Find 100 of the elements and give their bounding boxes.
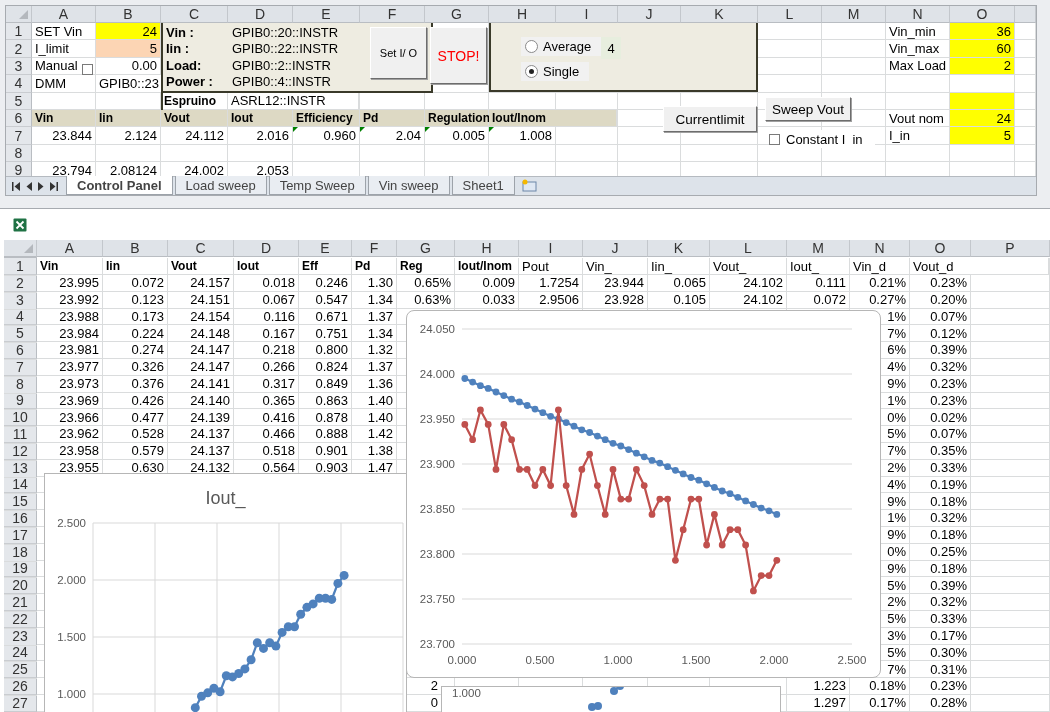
column-header[interactable]: B xyxy=(96,6,161,23)
y-tick-label: 23.750 xyxy=(419,593,455,605)
table-cell: 23.962 xyxy=(37,425,103,443)
radio-option[interactable]: Average xyxy=(521,37,602,56)
table-cell: 0.35% xyxy=(910,442,971,460)
table-cell: Reg xyxy=(397,258,455,275)
row-header[interactable]: 2 xyxy=(6,40,32,58)
instrument-address: GPIB0::2::INSTR xyxy=(232,57,331,73)
table-cell: 2.124 xyxy=(96,127,161,145)
table-cell: 1.37 xyxy=(352,358,397,376)
table-cell: Vout xyxy=(168,258,234,275)
column-header[interactable]: K xyxy=(681,6,758,23)
column-header[interactable]: M xyxy=(787,240,850,257)
column-header[interactable]: G xyxy=(397,240,455,257)
table-cell: 0.005 xyxy=(452,128,485,144)
column-header[interactable]: M xyxy=(822,6,886,23)
column-header[interactable]: O xyxy=(910,240,971,257)
row-header[interactable]: 19 xyxy=(4,560,37,578)
table-cell: 0.20% xyxy=(910,291,971,309)
sheet-tab[interactable]: Load sweep xyxy=(174,176,267,195)
table-cell: 0.07% xyxy=(910,308,971,326)
sweep-vout-button[interactable]: Sweep Vout xyxy=(765,97,851,121)
table-cell: 0.28% xyxy=(910,694,971,712)
table-cell: 0.63% xyxy=(397,291,455,309)
currentlimit-button[interactable]: Currentlimit xyxy=(663,106,757,132)
table-cell: 0.111 xyxy=(787,274,850,292)
table-cell: 24.151 xyxy=(168,291,234,309)
row-header[interactable]: 1 xyxy=(6,23,32,41)
sheet-tab[interactable]: Sheet1 xyxy=(451,176,515,195)
row-header[interactable]: 9 xyxy=(6,162,32,176)
table-cell: 0.065 xyxy=(648,274,710,292)
stop-button[interactable]: STOP! xyxy=(430,27,487,84)
table-cell: 0.477 xyxy=(103,409,168,427)
table-cell: 1.32 xyxy=(352,342,397,359)
table-cell: 0.18% xyxy=(910,560,971,578)
column-header[interactable]: C xyxy=(168,240,234,257)
table-cell: 23.981 xyxy=(37,342,103,359)
table-cell: 0.274 xyxy=(103,342,168,359)
column-header[interactable]: N xyxy=(850,240,910,257)
instrument-address: GPIB0::4::INSTR xyxy=(232,74,331,90)
set-io-button[interactable]: Set I/ O xyxy=(370,27,427,79)
count-label: 4 xyxy=(601,37,621,59)
chart[interactable]: Iout_ 1.000 1.500 2.000 2.500 xyxy=(44,473,407,712)
sheet-tab[interactable]: Control Panel xyxy=(66,176,173,195)
row-header[interactable]: 9 xyxy=(4,392,37,410)
column-header[interactable]: C xyxy=(161,6,228,23)
table-cell: 24.102 xyxy=(710,274,787,292)
column-header[interactable]: I xyxy=(556,6,618,23)
column-header[interactable]: L xyxy=(710,240,787,257)
column-header[interactable]: E xyxy=(293,6,360,23)
table-cell: 5 xyxy=(950,127,1015,145)
table-cell: 1.42 xyxy=(352,425,397,443)
table-cell: 1.7254 xyxy=(519,274,583,292)
table-cell: Pd xyxy=(352,258,397,275)
column-header[interactable]: P xyxy=(971,240,1050,257)
column-header[interactable]: A xyxy=(32,6,96,23)
table-cell: 1.297 xyxy=(787,694,850,712)
column-header[interactable]: K xyxy=(648,240,710,257)
column-header[interactable]: N xyxy=(886,6,950,23)
table-cell: 0.416 xyxy=(234,409,299,427)
column-header[interactable]: B xyxy=(103,240,168,257)
table-cell: 1.34 xyxy=(352,325,397,343)
column-header[interactable]: E xyxy=(299,240,352,257)
row-header[interactable]: 14 xyxy=(4,476,37,494)
column-header[interactable]: F xyxy=(352,240,397,257)
table-cell: 0.32% xyxy=(910,509,971,527)
row-header[interactable]: 1 xyxy=(4,258,37,275)
column-header[interactable]: J xyxy=(618,6,681,23)
table-cell: 24 xyxy=(96,23,161,41)
sheet-tab[interactable]: Temp Sweep xyxy=(268,176,366,195)
column-header[interactable]: I xyxy=(519,240,583,257)
table-cell: 0.033 xyxy=(455,291,519,309)
column-header[interactable]: D xyxy=(228,6,293,23)
column-header[interactable]: H xyxy=(455,240,519,257)
row-header[interactable]: 4 xyxy=(4,308,37,326)
column-header[interactable]: A xyxy=(37,240,103,257)
sheet-tab[interactable]: Vin sweep xyxy=(367,176,450,195)
table-cell: 0.105 xyxy=(648,291,710,309)
row-header[interactable]: 7 xyxy=(6,127,32,145)
table-cell: 0.31% xyxy=(910,661,971,679)
column-header[interactable]: J xyxy=(583,240,648,257)
column-header[interactable]: H xyxy=(489,6,556,23)
table-cell: 0.888 xyxy=(299,425,352,443)
table-cell: Iin_ xyxy=(648,258,710,275)
row-header[interactable]: 24 xyxy=(4,644,37,662)
column-header[interactable]: L xyxy=(758,6,822,23)
chart[interactable]: 1.000 xyxy=(441,686,781,712)
column-header[interactable]: O xyxy=(950,6,1015,23)
table-cell: 0.27% xyxy=(850,291,910,309)
column-header[interactable]: G xyxy=(425,6,489,23)
table-cell: 0.33% xyxy=(910,610,971,628)
chart-title: Iout_ xyxy=(205,488,246,508)
column-header[interactable]: D xyxy=(234,240,299,257)
table-cell: 23.844 xyxy=(32,127,96,145)
y-tick-label: 2.000 xyxy=(57,574,86,586)
column-header[interactable]: F xyxy=(360,6,425,23)
table-cell: 0.30% xyxy=(910,644,971,662)
row-header[interactable]: 4 xyxy=(6,75,32,93)
instrument-label: Iin : xyxy=(166,41,190,57)
radio-option[interactable]: Single xyxy=(521,62,590,81)
